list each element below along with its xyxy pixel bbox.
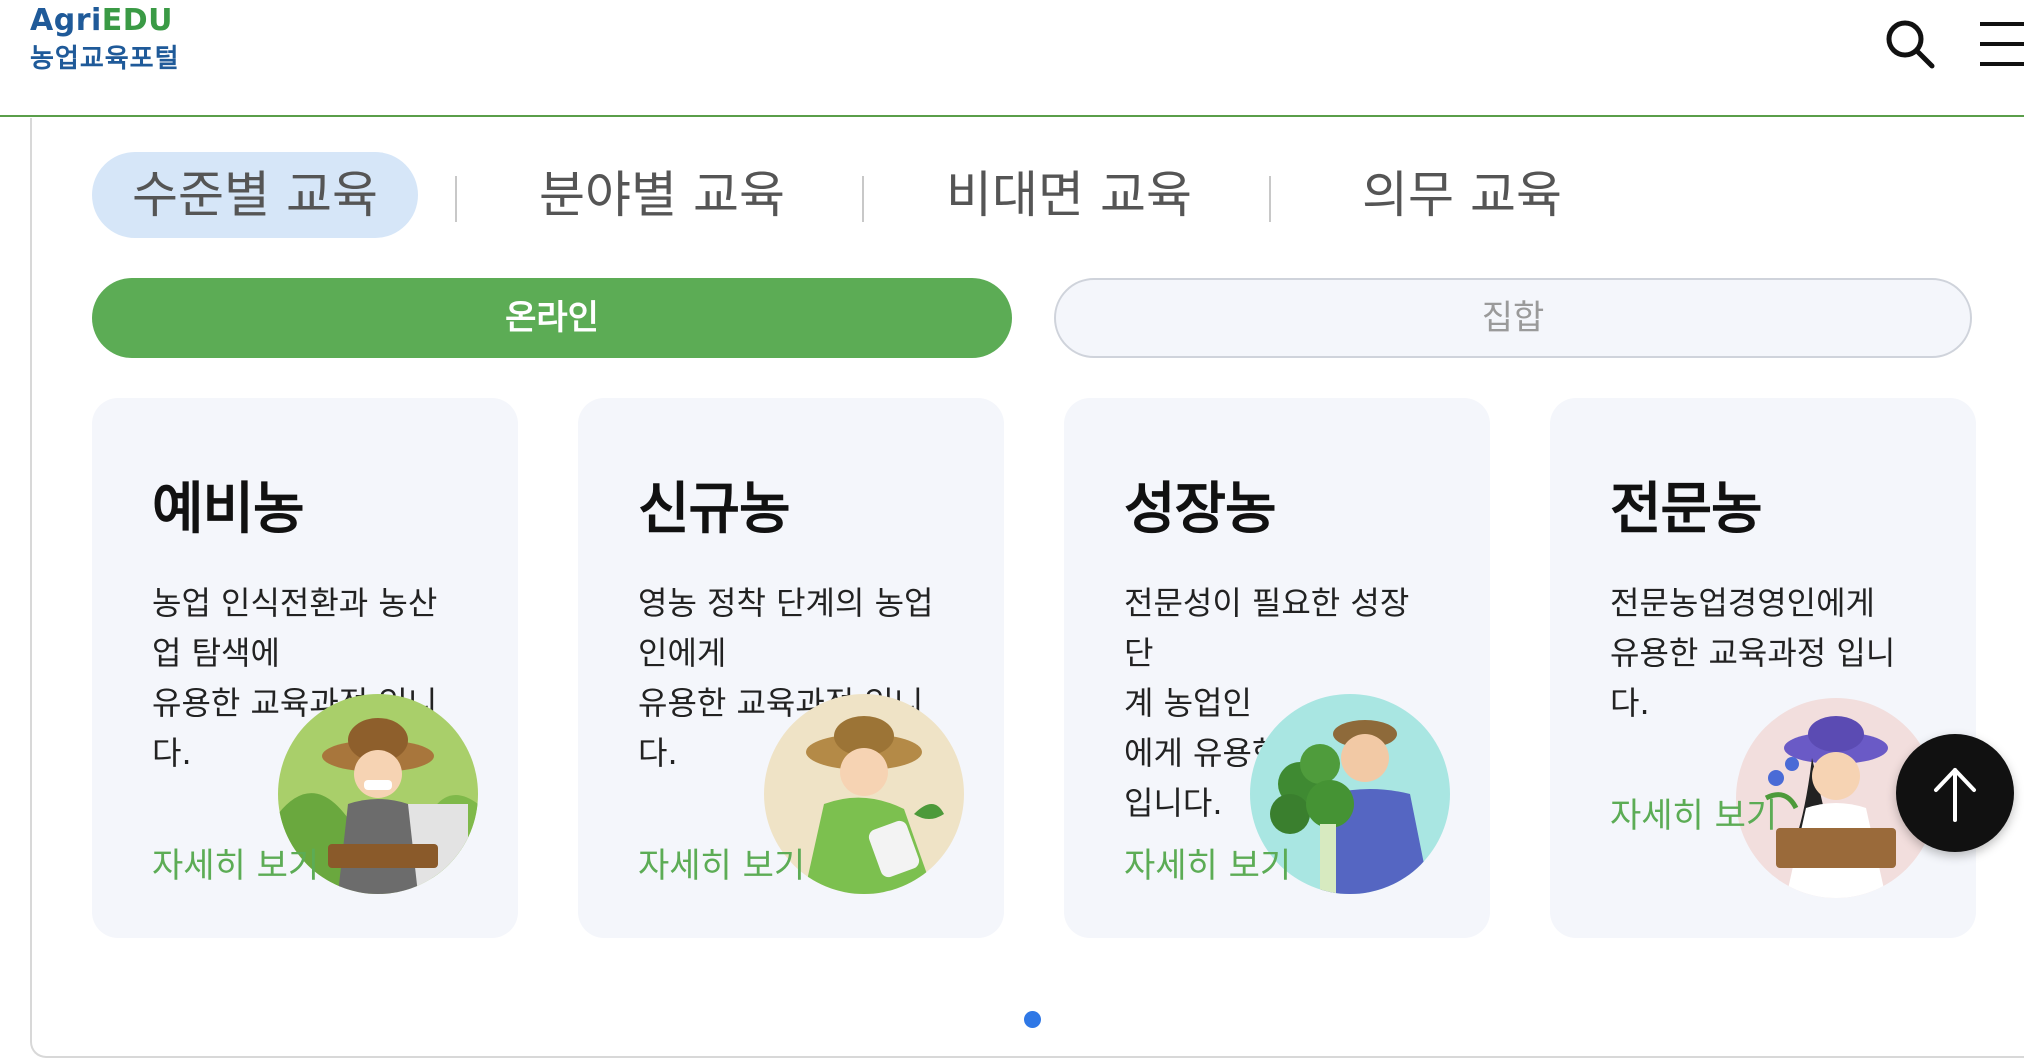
view-details-link[interactable]: 자세히 보기 [1124,838,1291,887]
card-title: 전문농 [1610,477,1763,542]
menu-button[interactable] [1972,14,2024,74]
logo-edu-text: EDU [101,3,174,38]
course-card-growing-farmer[interactable]: 성장농 전문성이 필요한 성장 단 계 농업인 에게 유용한 교육과정 입니다.… [1064,398,1490,938]
card-title: 신규농 [638,477,791,542]
logo-agri-text: Agri [30,3,102,38]
logo-wordmark: AgriEDU [30,2,180,40]
pagination-dot[interactable] [1024,1011,1041,1028]
course-card-preliminary-farmer[interactable]: 예비농 농업 인식전환과 농산 업 탐색에 유용한 교육과정 입니 다. 자세히… [92,398,518,938]
online-mode-button[interactable]: 온라인 [92,278,1012,358]
tab-divider [862,176,864,222]
course-card-new-farmer[interactable]: 신규농 영농 정착 단계의 농업 인에게 유용한 교육과정 입니 다. 자세히 … [578,398,1004,938]
scroll-to-top-button[interactable] [1896,734,2014,852]
card-description-line: 농업 인식전환과 농산 [152,584,438,622]
site-header: AgriEDU 농업교육포털 [0,0,2024,117]
site-logo[interactable]: AgriEDU 농업교육포털 [30,2,180,78]
view-details-link[interactable]: 자세히 보기 [638,838,805,887]
card-description-line: 유용한 교육과정 입니 [1610,634,1896,672]
tab-level-education[interactable]: 수준별 교육 [92,152,418,238]
view-details-link[interactable]: 자세히 보기 [1610,788,1777,837]
view-details-link[interactable]: 자세히 보기 [152,838,319,887]
offline-mode-button[interactable]: 집합 [1054,278,1972,358]
card-description-line: 영농 정착 단계의 농업 [638,584,934,622]
card-title: 예비농 [152,477,305,542]
card-description-line: 인에게 [638,634,727,672]
tab-field-education[interactable]: 분야별 교육 [512,152,812,238]
tab-divider [1269,176,1271,222]
logo-subtitle: 농업교육포털 [30,44,180,74]
search-icon [1886,20,1935,69]
tab-online-education[interactable]: 비대면 교육 [919,152,1219,238]
card-title: 성장농 [1124,477,1277,542]
education-category-tabs: 수준별 교육 분야별 교육 비대면 교육 의무 교육 [92,152,1692,238]
card-description-line: 전문성이 필요한 성장 단 [1124,584,1410,672]
search-button[interactable] [1880,14,1940,74]
card-description: 전문농업경영인에게 유용한 교육과정 입니 다. [1610,578,1930,728]
hamburger-menu-icon [1980,22,2024,66]
card-description-line: 전문농업경영인에게 [1610,584,1875,622]
course-card-expert-farmer[interactable]: 전문농 전문농업경영인에게 유용한 교육과정 입니 다. 자세히 보기 [1550,398,1976,938]
card-description-line: 업 탐색에 [152,634,280,672]
arrow-up-icon [1934,768,1976,822]
tab-divider [455,176,457,222]
tab-mandatory-education[interactable]: 의무 교육 [1332,152,1592,238]
